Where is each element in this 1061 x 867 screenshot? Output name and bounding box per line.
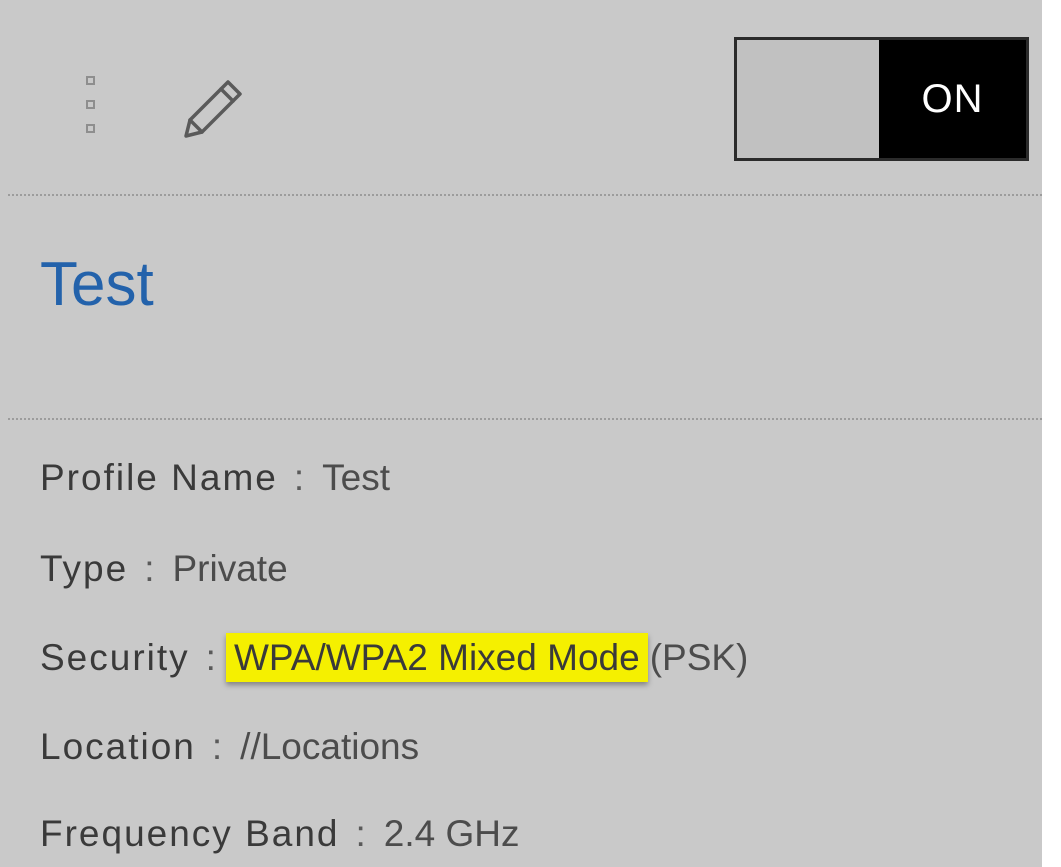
profile-title: Test xyxy=(40,250,154,319)
separator: : xyxy=(144,547,155,589)
divider xyxy=(8,194,1042,196)
separator: : xyxy=(293,456,305,498)
security-row: Security : WPA/WPA2 Mixed Mode (PSK) xyxy=(40,632,748,682)
security-suffix: (PSK) xyxy=(649,636,749,678)
on-off-toggle[interactable]: ON xyxy=(734,37,1029,161)
toggle-on-label: ON xyxy=(879,40,1026,158)
profile-name-value: Test xyxy=(322,456,390,498)
card-header: ON xyxy=(0,0,1042,193)
drag-dot xyxy=(86,100,95,109)
separator: : xyxy=(211,725,223,767)
frequency-band-label: Frequency Band xyxy=(40,812,340,854)
security-label: Security xyxy=(40,636,190,678)
frequency-band-value: 2.4 GHz xyxy=(383,812,520,854)
drag-dot xyxy=(86,76,95,85)
security-mode-highlight: WPA/WPA2 Mixed Mode xyxy=(225,632,648,682)
type-row: Type : Private xyxy=(40,543,288,593)
profile-name-row: Profile Name : Test xyxy=(40,452,390,502)
type-label: Type xyxy=(40,547,129,589)
drag-handle-icon[interactable] xyxy=(86,76,100,138)
edit-button[interactable] xyxy=(172,70,252,150)
separator: : xyxy=(205,636,216,678)
frequency-band-row: Frequency Band : 2.4 GHz xyxy=(40,808,520,858)
location-value: //Locations xyxy=(240,725,420,767)
location-row: Location : //Locations xyxy=(40,721,419,771)
profile-card: ON Test Profile Name : Test Type : Priva… xyxy=(0,0,1042,867)
pencil-icon xyxy=(184,80,242,138)
type-value: Private xyxy=(172,547,288,589)
profile-name-label: Profile Name xyxy=(40,456,278,498)
divider xyxy=(8,418,1042,420)
separator: : xyxy=(355,812,366,854)
drag-dot xyxy=(86,124,95,133)
location-label: Location xyxy=(40,725,196,767)
